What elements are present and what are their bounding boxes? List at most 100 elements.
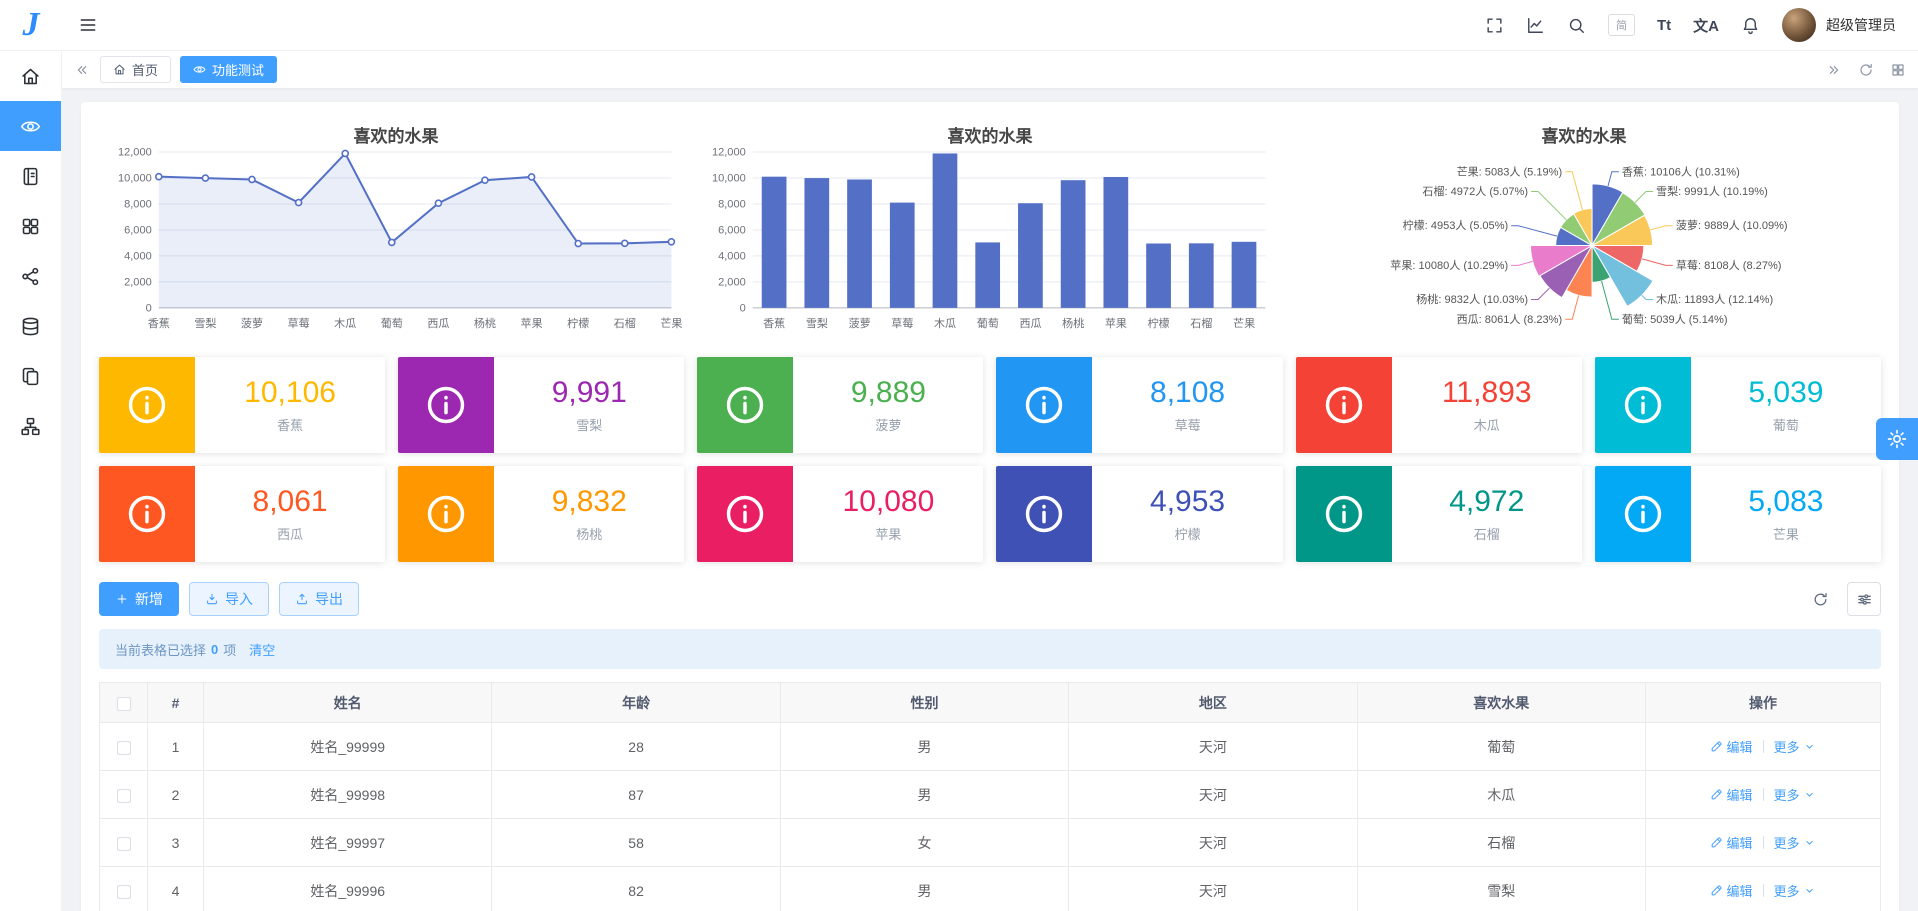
user-avatar[interactable] xyxy=(1782,8,1816,42)
table-head-row: # 姓名 年龄 性别 地区 喜欢水果 操作 xyxy=(99,682,1881,723)
sidebar-item-eye[interactable] xyxy=(0,101,61,151)
sidebar-item-home[interactable] xyxy=(0,51,61,101)
cell-age: 87 xyxy=(491,770,781,819)
tab-1[interactable]: 功能测试 xyxy=(180,56,278,83)
chevron-down-icon xyxy=(1803,836,1816,849)
language-badge[interactable]: 简 xyxy=(1607,14,1635,36)
cell-region: 天河 xyxy=(1068,770,1358,819)
stat-label: 雪梨 xyxy=(576,418,603,433)
chart-title: 喜欢的水果 xyxy=(1541,127,1627,146)
cell-index: 3 xyxy=(147,818,204,867)
chart-bar-canvas: 0 2,000 4,000 6,000 8,000 10,000 12,000 香蕉 雪梨 菠萝 草… xyxy=(712,147,1266,330)
svg-text:葡萄: 葡萄 xyxy=(381,317,403,330)
stat-card-body: 10,106 香蕉 xyxy=(195,357,385,453)
layout-grid-icon[interactable] xyxy=(1890,62,1906,78)
cell-actions: 编辑 更多 xyxy=(1645,866,1881,911)
svg-text:香蕉: 香蕉 xyxy=(763,317,785,330)
chart-title: 喜欢的水果 xyxy=(353,127,439,146)
info-icon xyxy=(1594,466,1691,562)
sidebar-item-sitemap[interactable] xyxy=(0,401,61,451)
sidebar-item-notebook[interactable] xyxy=(0,151,61,201)
row-checkbox[interactable] xyxy=(116,788,131,803)
stat-value: 4,972 xyxy=(1449,485,1525,518)
tab-label: 功能测试 xyxy=(212,63,265,78)
edit-link[interactable]: 编辑 xyxy=(1710,785,1753,804)
notifications-bell-icon[interactable] xyxy=(1741,16,1760,35)
page-content: 喜欢的水果 0 2,000 4,000 6,000 8,000 10,000 12,000 香蕉… xyxy=(62,88,1918,911)
chart-bar: 喜欢的水果 0 2,000 4,000 6,000 8,000 10,000 12,000 香蕉… xyxy=(693,112,1287,343)
row-checkbox[interactable] xyxy=(116,836,131,851)
notebook-icon xyxy=(20,166,41,187)
stat-card: 9,889 菠萝 xyxy=(697,357,984,453)
more-link[interactable]: 更多 xyxy=(1774,881,1816,900)
sidebar-item-share[interactable] xyxy=(0,251,61,301)
row-checkbox[interactable] xyxy=(116,740,131,755)
sidebar-item-files[interactable] xyxy=(0,351,61,401)
more-link[interactable]: 更多 xyxy=(1774,737,1816,756)
info-icon xyxy=(996,466,1093,562)
row-checkbox[interactable] xyxy=(116,884,131,899)
svg-text:木瓜: 木瓜 xyxy=(334,317,356,330)
search-icon[interactable] xyxy=(1567,16,1586,35)
stat-value: 10,106 xyxy=(244,376,336,409)
fullscreen-icon[interactable] xyxy=(1485,16,1504,35)
stat-value: 9,832 xyxy=(551,485,627,518)
sidebar-item-database[interactable] xyxy=(0,301,61,351)
stat-card: 8,108 草莓 xyxy=(996,357,1283,453)
stat-card-body: 5,083 芒果 xyxy=(1691,466,1881,562)
sidebar-item-apps[interactable] xyxy=(0,201,61,251)
svg-text:西瓜: 西瓜 xyxy=(1019,317,1041,330)
tabs-scroll-left-icon[interactable] xyxy=(74,62,90,78)
select-all-checkbox[interactable] xyxy=(116,696,131,711)
stat-card: 9,991 雪梨 xyxy=(398,357,685,453)
import-button-label: 导入 xyxy=(225,591,253,607)
stat-card-body: 9,991 雪梨 xyxy=(494,357,684,453)
stat-label: 木瓜 xyxy=(1473,418,1500,433)
stat-card: 4,972 石榴 xyxy=(1295,466,1582,562)
menu-toggle-icon[interactable] xyxy=(78,15,98,35)
svg-text:香蕉: 香蕉 xyxy=(148,317,170,330)
chevron-down-icon xyxy=(1803,884,1816,897)
translate-icon[interactable]: 文A xyxy=(1693,15,1719,36)
cell-name: 姓名_99997 xyxy=(202,818,493,867)
monitor-chart-icon[interactable] xyxy=(1526,16,1545,35)
cell-gender: 男 xyxy=(779,866,1070,911)
cell-age: 82 xyxy=(491,866,781,911)
stat-label: 香蕉 xyxy=(277,418,304,433)
app-logo[interactable]: J xyxy=(0,8,62,42)
theme-settings-button[interactable] xyxy=(1876,418,1918,460)
svg-text:柠檬: 柠檬 xyxy=(567,316,589,330)
column-settings-button[interactable] xyxy=(1847,582,1881,616)
cell-fruit: 石榴 xyxy=(1356,818,1647,867)
more-link[interactable]: 更多 xyxy=(1774,785,1816,804)
svg-text:苹果: 苹果 xyxy=(521,316,543,330)
column-header: 喜欢水果 xyxy=(1356,682,1647,723)
stat-card-body: 5,039 葡萄 xyxy=(1691,357,1881,453)
tab-0[interactable]: 首页 xyxy=(100,56,172,83)
svg-text:0: 0 xyxy=(146,302,152,314)
edit-link[interactable]: 编辑 xyxy=(1710,737,1753,756)
chart-title: 喜欢的水果 xyxy=(947,127,1033,146)
stat-card-body: 8,061 西瓜 xyxy=(195,466,385,562)
more-link[interactable]: 更多 xyxy=(1774,833,1816,852)
svg-text:8,000: 8,000 xyxy=(718,199,746,211)
import-button[interactable]: 导入 xyxy=(189,582,269,616)
table-toolbar-right xyxy=(1803,582,1881,616)
tabs-scroll-right-icon[interactable] xyxy=(1826,62,1842,78)
username[interactable]: 超级管理员 xyxy=(1826,15,1896,35)
svg-text:芒果: 5083人 (5.19%): 芒果: 5083人 (5.19%) xyxy=(1457,165,1563,178)
clear-selection-link[interactable]: 清空 xyxy=(249,640,275,659)
cell-region: 天河 xyxy=(1068,722,1358,771)
svg-text:香蕉: 10106人 (10.31%): 香蕉: 10106人 (10.31%) xyxy=(1622,165,1740,178)
refresh-table-button[interactable] xyxy=(1803,582,1837,616)
svg-text:木瓜: 11893人 (12.14%): 木瓜: 11893人 (12.14%) xyxy=(1656,293,1773,306)
font-size-icon[interactable]: Tt xyxy=(1657,17,1671,34)
export-button[interactable]: 导出 xyxy=(279,582,359,616)
edit-link[interactable]: 编辑 xyxy=(1710,881,1753,900)
stat-label: 杨桃 xyxy=(576,527,603,542)
add-button[interactable]: 新增 xyxy=(99,582,179,616)
refresh-page-icon[interactable] xyxy=(1858,62,1874,78)
data-table: # 姓名 年龄 性别 地区 喜欢水果 操作 1 姓名_99999 28 男天河 葡萄 编辑 更多 2 姓名_… xyxy=(99,682,1881,911)
table-row: 2 姓名_99998 87 男天河 木瓜 编辑 更多 xyxy=(99,770,1881,819)
edit-link[interactable]: 编辑 xyxy=(1710,833,1753,852)
